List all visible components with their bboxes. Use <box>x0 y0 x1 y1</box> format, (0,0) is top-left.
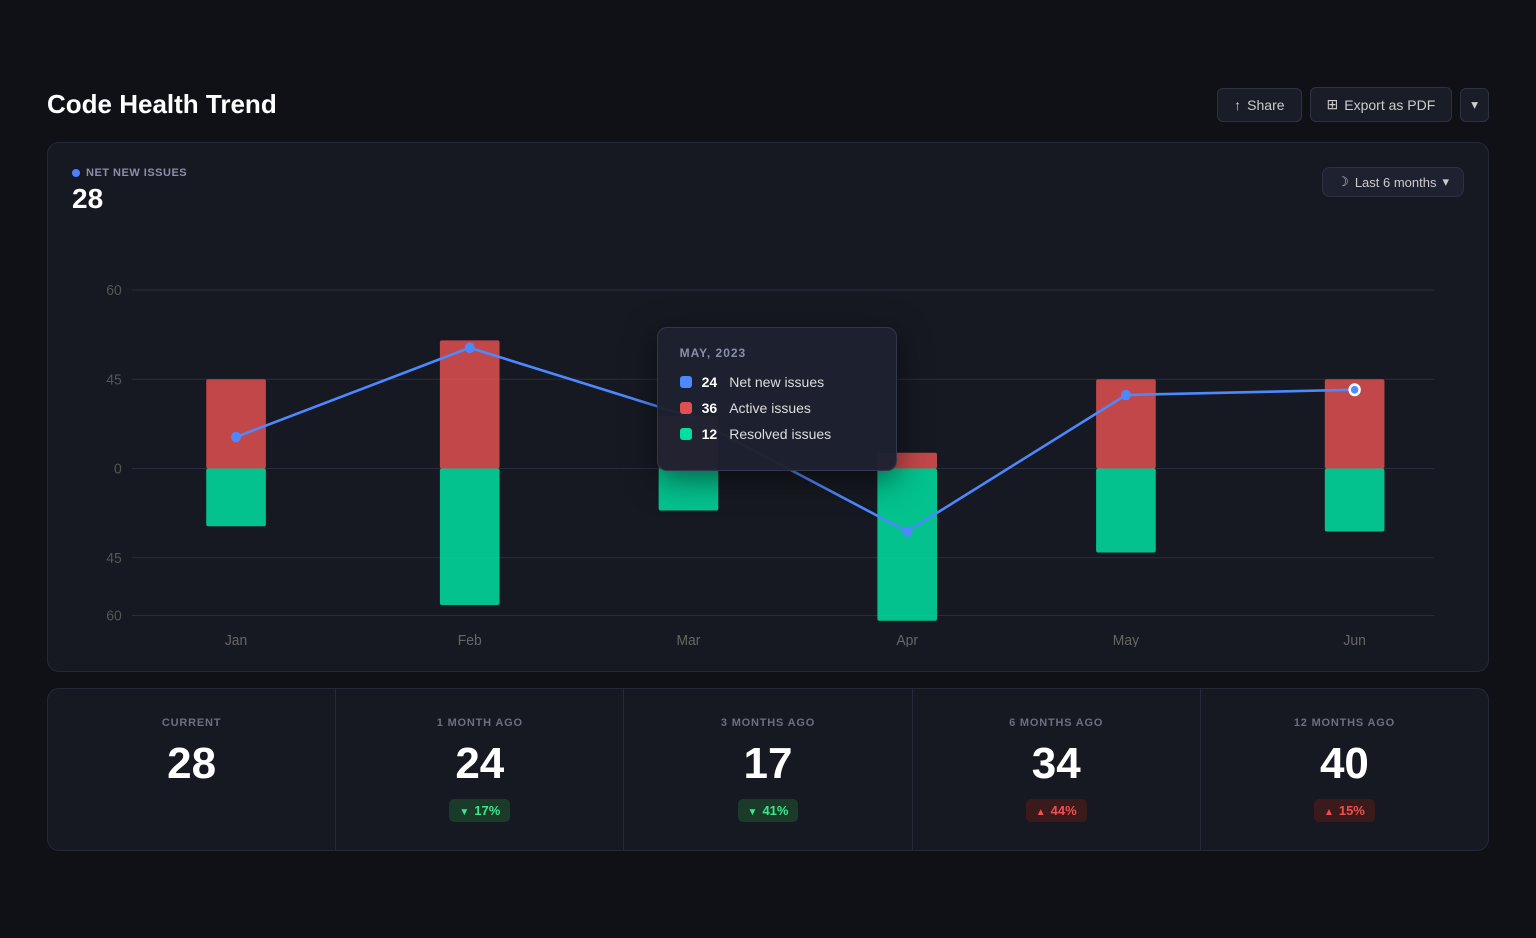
chart-tooltip: MAY, 2023 24 Net new issues 36 Active is… <box>657 327 897 471</box>
tooltip-net-new: 24 Net new issues <box>680 374 874 390</box>
stat-1month-pct: 17% <box>474 803 500 818</box>
bar-feb-resolved <box>440 469 500 606</box>
x-label-apr: Apr <box>896 633 918 647</box>
bar-apr-resolved <box>877 469 937 621</box>
tooltip-resolved-value: 12 <box>702 426 718 442</box>
net-new-dot <box>72 169 80 177</box>
stat-current-label: CURRENT <box>68 717 315 729</box>
bar-jan-active <box>206 379 266 468</box>
line-dot-feb <box>465 343 475 354</box>
up-arrow-icon <box>1036 803 1046 818</box>
line-dot-jan <box>231 432 241 443</box>
chart-label: NET NEW ISSUES <box>72 167 187 179</box>
x-label-jan: Jan <box>225 633 247 647</box>
tooltip-active-value: 36 <box>702 400 718 416</box>
bar-jan-resolved <box>206 469 266 527</box>
export-label: Export as PDF <box>1344 97 1435 113</box>
stat-6months: 6 MONTHS AGO 34 44% <box>913 689 1201 850</box>
chart-meta: NET NEW ISSUES 28 <box>72 167 187 215</box>
stat-12months-badge: 15% <box>1314 799 1375 822</box>
chart-header: NET NEW ISSUES 28 ☽ Last 6 months ▾ <box>72 167 1464 215</box>
stat-3months-pct: 41% <box>762 803 788 818</box>
share-button[interactable]: ↑ Share <box>1217 88 1301 122</box>
x-label-jun: Jun <box>1343 633 1365 647</box>
header-actions: ↑ Share ⊞ Export as PDF ▾ <box>1217 87 1489 122</box>
x-label-feb: Feb <box>458 633 482 647</box>
chart-card: NET NEW ISSUES 28 ☽ Last 6 months ▾ <box>47 142 1489 672</box>
stat-12months-label: 12 MONTHS AGO <box>1221 717 1468 729</box>
bar-may-resolved <box>1096 469 1156 553</box>
tooltip-net-label: Net new issues <box>729 374 824 390</box>
stat-12months-value: 40 <box>1221 739 1468 789</box>
stat-12months-pct: 15% <box>1339 803 1365 818</box>
stat-1month-value: 24 <box>356 739 603 789</box>
stat-12months: 12 MONTHS AGO 40 15% <box>1201 689 1488 850</box>
svg-text:60: 60 <box>106 608 122 624</box>
page-title: Code Health Trend <box>47 89 277 120</box>
tooltip-month: MAY, 2023 <box>680 346 874 360</box>
x-label-mar: Mar <box>676 633 700 647</box>
bar-feb-active <box>440 340 500 468</box>
tooltip-net-value: 24 <box>702 374 718 390</box>
line-dot-may <box>1121 390 1131 401</box>
share-label: Share <box>1247 97 1284 113</box>
tooltip-resolved-label: Resolved issues <box>729 426 831 442</box>
stat-3months-value: 17 <box>644 739 891 789</box>
page-wrapper: Code Health Trend ↑ Share ⊞ Export as PD… <box>23 63 1513 875</box>
tooltip-dot-resolved <box>680 428 692 440</box>
bar-mar-resolved <box>659 469 719 511</box>
stat-6months-badge: 44% <box>1026 799 1087 822</box>
tooltip-dot-active <box>680 402 692 414</box>
bar-jun-resolved <box>1325 469 1385 532</box>
x-label-may: May <box>1113 633 1140 647</box>
stat-3months-badge: 41% <box>738 799 799 822</box>
up-arrow-icon <box>1324 803 1334 818</box>
chevron-down-icon: ▾ <box>1442 174 1449 190</box>
stat-1month-label: 1 MONTH AGO <box>356 717 603 729</box>
chevron-down-icon: ▾ <box>1471 97 1478 112</box>
stats-row: CURRENT 28 1 MONTH AGO 24 17% 3 MONTHS A… <box>47 688 1489 851</box>
export-button[interactable]: ⊞ Export as PDF <box>1310 87 1453 122</box>
share-icon: ↑ <box>1234 97 1241 113</box>
line-dot-jun <box>1350 385 1360 396</box>
export-icon: ⊞ <box>1327 96 1339 113</box>
tooltip-resolved: 12 Resolved issues <box>680 426 874 442</box>
stat-6months-pct: 44% <box>1051 803 1077 818</box>
down-arrow-icon <box>459 803 469 818</box>
svg-text:60: 60 <box>106 283 122 299</box>
time-filter-label: Last 6 months <box>1355 175 1437 190</box>
svg-text:45: 45 <box>106 372 122 388</box>
line-dot-apr <box>902 526 912 537</box>
chart-value: 28 <box>72 183 187 215</box>
stat-current-value: 28 <box>68 739 315 789</box>
stat-current: CURRENT 28 <box>48 689 336 850</box>
tooltip-active: 36 Active issues <box>680 400 874 416</box>
page-header: Code Health Trend ↑ Share ⊞ Export as PD… <box>47 87 1489 122</box>
tooltip-active-label: Active issues <box>729 400 811 416</box>
stat-1month-badge: 17% <box>449 799 510 822</box>
chart-area: 60 45 0 45 60 <box>72 227 1464 647</box>
moon-icon: ☽ <box>1337 174 1349 190</box>
svg-text:45: 45 <box>106 551 122 567</box>
tooltip-dot-net <box>680 376 692 388</box>
stat-6months-value: 34 <box>933 739 1180 789</box>
stat-3months: 3 MONTHS AGO 17 41% <box>624 689 912 850</box>
time-filter-button[interactable]: ☽ Last 6 months ▾ <box>1322 167 1464 197</box>
stat-1month: 1 MONTH AGO 24 17% <box>336 689 624 850</box>
svg-text:0: 0 <box>114 461 122 477</box>
stat-6months-label: 6 MONTHS AGO <box>933 717 1180 729</box>
more-dropdown-button[interactable]: ▾ <box>1460 88 1489 122</box>
down-arrow-icon <box>748 803 758 818</box>
stat-3months-label: 3 MONTHS AGO <box>644 717 891 729</box>
